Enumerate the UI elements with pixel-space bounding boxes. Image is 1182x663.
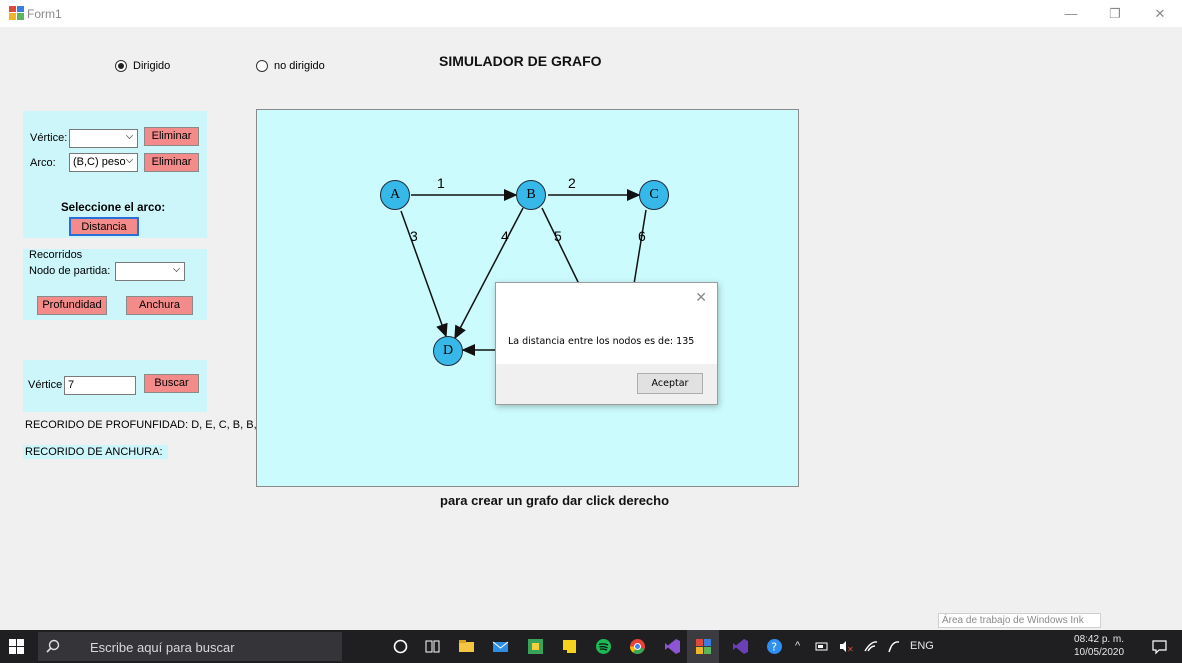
search-button[interactable]: Buscar [144, 374, 199, 393]
title-bar: Form1 — ❐ ✕ [0, 0, 1182, 27]
ink-workspace-tooltip: Área de trabajo de Windows Ink [938, 613, 1101, 628]
page-title: SIMULADOR DE GRAFO [439, 53, 602, 69]
footer-hint: para crear un grafo dar click derecho [440, 493, 670, 508]
windows-start-icon[interactable] [9, 639, 24, 654]
taskbar-search-box[interactable]: Escribe aquí para buscar [38, 632, 342, 661]
app-icon [9, 6, 24, 20]
wifi-icon[interactable] [863, 638, 879, 655]
radio-undirected-dot[interactable] [256, 60, 268, 72]
battery-icon[interactable] [815, 638, 829, 655]
pen-ink-icon[interactable] [886, 638, 902, 655]
edge-label-a-d: 3 [410, 228, 418, 244]
cortana-icon[interactable] [392, 638, 409, 655]
graph-node-d[interactable]: D [433, 336, 463, 366]
dialog-footer: Aceptar [496, 364, 717, 404]
vertex-label: Vértice: [30, 132, 68, 144]
depth-button[interactable]: Profundidad [37, 296, 107, 315]
close-button[interactable]: ✕ [1138, 0, 1182, 27]
file-explorer-icon[interactable] [458, 638, 475, 655]
restore-button[interactable]: ❐ [1093, 0, 1137, 27]
chevron-down-icon [126, 132, 133, 139]
search-vertex-label: Vértice [28, 379, 63, 391]
select-arc-label: Seleccione el arco: [61, 202, 166, 214]
radio-directed-dot[interactable] [115, 60, 127, 72]
message-dialog: ✕ La distancia entre los nodos es de: 13… [495, 282, 718, 405]
radio-directed-label: Dirigido [133, 60, 171, 72]
volume-muted-icon[interactable]: ✕ [838, 638, 854, 655]
search-vertex-input[interactable]: 7 [64, 376, 136, 395]
taskbar-search-placeholder: Escribe aquí para buscar [90, 640, 235, 655]
edge-label-a-b: 1 [437, 175, 445, 191]
clock[interactable]: 08:42 p. m. 10/05/2020 [1074, 633, 1124, 659]
graph-node-a[interactable]: A [380, 180, 410, 210]
window-title: Form1 [27, 7, 62, 21]
distance-button[interactable]: Distancia [69, 217, 139, 236]
edge-b-e [541, 207, 580, 285]
ok-button[interactable]: Aceptar [637, 373, 703, 394]
sticky-notes-icon[interactable] [561, 638, 578, 655]
taskbar: Escribe aquí para buscar ? ^ ✕ ENG 08:42… [0, 630, 1182, 663]
arc-select[interactable]: (B,C) peso [69, 153, 138, 172]
minimize-button[interactable]: — [1049, 0, 1093, 27]
breadth-button[interactable]: Anchura [126, 296, 193, 315]
graph-node-b[interactable]: B [516, 180, 546, 210]
chevron-down-icon [126, 156, 133, 163]
clock-time: 08:42 p. m. [1074, 634, 1125, 645]
clock-date: 10/05/2020 [1074, 647, 1125, 658]
svg-text:✕: ✕ [847, 645, 854, 654]
spotify-icon[interactable] [595, 638, 612, 655]
edge-label-b-e: 5 [554, 228, 562, 244]
visual-studio-debug-icon[interactable] [732, 638, 749, 655]
language-indicator[interactable]: ENG [910, 640, 934, 652]
vertex-select[interactable] [69, 129, 138, 148]
form-app-icon[interactable] [695, 638, 712, 655]
mail-icon[interactable] [492, 638, 509, 655]
help-icon[interactable]: ? [766, 638, 783, 655]
chrome-icon[interactable] [629, 638, 646, 655]
dialog-close-icon[interactable]: ✕ [695, 289, 707, 306]
edge-label-b-c: 2 [568, 175, 576, 191]
chevron-down-icon [173, 265, 180, 272]
edge-a-d [400, 210, 448, 338]
start-node-label: Nodo de partida: [29, 265, 111, 277]
traversal-group-label: Recorridos [29, 249, 83, 261]
search-panel: Vértice 7 Buscar [23, 360, 207, 412]
task-view-icon[interactable] [424, 638, 441, 655]
edit-panel: Vértice: Eliminar Arco: (B,C) peso Elimi… [23, 111, 207, 238]
visual-studio-icon[interactable] [664, 638, 681, 655]
paint-app-icon[interactable] [527, 638, 544, 655]
notifications-icon[interactable] [1151, 638, 1168, 655]
svg-text:?: ? [771, 641, 777, 654]
show-hidden-icons-icon[interactable]: ^ [795, 640, 800, 652]
edge-label-b-d: 4 [501, 228, 509, 244]
search-icon [46, 639, 60, 653]
traversal-panel: Recorridos Nodo de partida: Profundidad … [23, 249, 207, 320]
graph-node-c[interactable]: C [639, 180, 669, 210]
delete-arc-button[interactable]: Eliminar [144, 153, 199, 172]
breadth-result: RECORIDO DE ANCHURA: [23, 445, 168, 459]
start-node-select[interactable] [115, 262, 185, 281]
dialog-message: La distancia entre los nodos es de: 135 [508, 336, 695, 347]
radio-directed[interactable]: Dirigido [115, 60, 170, 72]
delete-vertex-button[interactable]: Eliminar [144, 127, 199, 146]
radio-undirected-label: no dirigido [274, 60, 325, 72]
edge-c-e [633, 209, 647, 285]
arc-select-value: (B,C) peso [73, 156, 126, 168]
radio-undirected[interactable]: no dirigido [256, 60, 325, 72]
arc-label: Arco: [30, 157, 56, 169]
edge-label-c-e: 6 [638, 228, 646, 244]
